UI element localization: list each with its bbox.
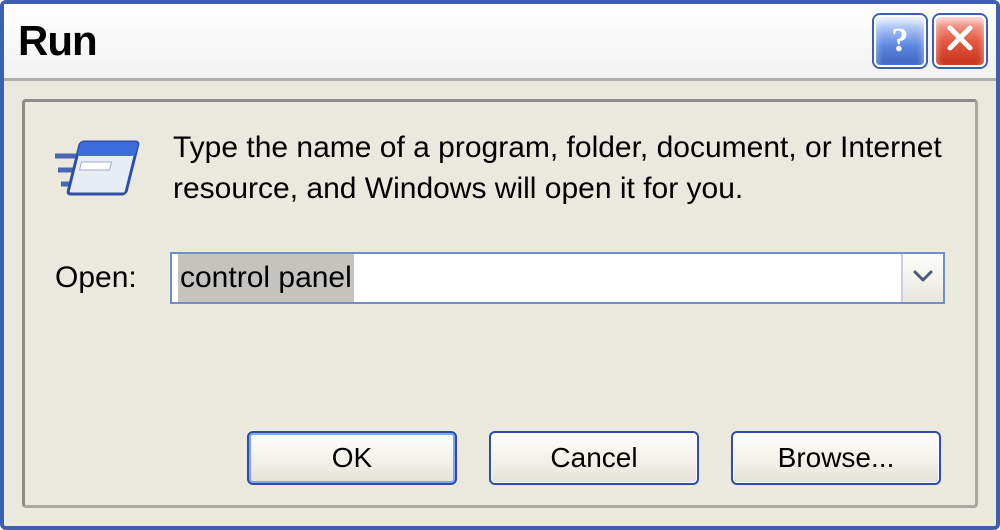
window-title: Run: [18, 17, 866, 65]
button-row: OK Cancel Browse...: [55, 431, 945, 485]
open-row: Open: control panel: [55, 252, 945, 304]
chevron-down-icon: [913, 269, 933, 288]
close-icon: [946, 22, 974, 61]
title-bar: Run ?: [4, 4, 996, 81]
open-combobox[interactable]: control panel: [170, 252, 945, 304]
group-box: Type the name of a program, folder, docu…: [22, 99, 978, 508]
open-input[interactable]: [172, 254, 184, 302]
open-input-wrap[interactable]: control panel: [172, 254, 901, 302]
open-input-text: control panel: [178, 254, 354, 302]
browse-button[interactable]: Browse...: [731, 431, 941, 485]
ok-button[interactable]: OK: [247, 431, 457, 485]
open-dropdown-button[interactable]: [901, 254, 943, 302]
close-button[interactable]: [934, 15, 986, 67]
cancel-button[interactable]: Cancel: [489, 431, 699, 485]
run-dialog-window: Run ?: [0, 0, 1000, 530]
open-label: Open:: [55, 261, 150, 295]
help-icon: ?: [892, 22, 909, 60]
run-dialog-icon: [55, 132, 145, 212]
instruction-row: Type the name of a program, folder, docu…: [55, 128, 945, 212]
help-button[interactable]: ?: [874, 15, 926, 67]
dialog-body: Type the name of a program, folder, docu…: [4, 81, 996, 526]
instruction-text: Type the name of a program, folder, docu…: [173, 128, 945, 209]
